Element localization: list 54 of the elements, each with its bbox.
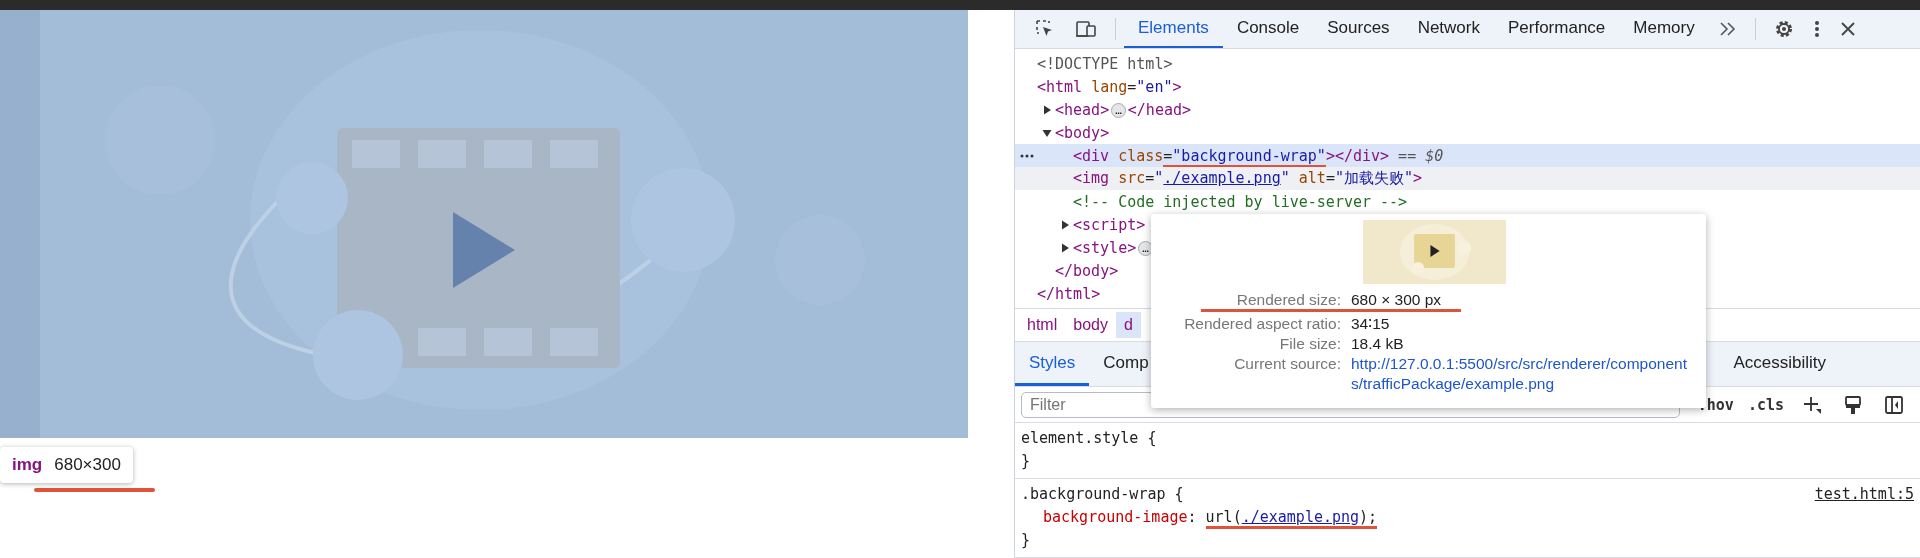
toolbar-toggle[interactable]: .cls	[1741, 395, 1790, 414]
css-declaration[interactable]: background-image: url(./example.png);	[1021, 506, 1378, 529]
info-label: Rendered size:	[1235, 290, 1341, 309]
panel-tab[interactable]: Memory	[1619, 10, 1709, 48]
source-link[interactable]: ./example.png	[1241, 508, 1360, 526]
dom-node-line[interactable]: <!DOCTYPE html>	[1037, 54, 1173, 73]
triangle-icon[interactable]	[1042, 104, 1052, 115]
tooltip-tag: img	[12, 455, 43, 475]
triangle-icon[interactable]	[1060, 219, 1070, 230]
info-value: 34∶15	[1351, 314, 1391, 334]
triangle-icon[interactable]	[1042, 127, 1052, 138]
dom-node-line[interactable]: <body>	[1055, 123, 1110, 142]
panel-tab[interactable]: Network	[1403, 10, 1494, 48]
dom-node-line[interactable]: </body>	[1055, 261, 1119, 280]
dom-node-line[interactable]: <script>	[1073, 215, 1146, 234]
source-link[interactable]: ./example.png	[1163, 169, 1281, 187]
breadcrumb[interactable]: body	[1065, 312, 1116, 338]
info-label: Rendered aspect ratio:	[1183, 314, 1341, 334]
tooltip-size: 680×300	[54, 455, 121, 475]
sidebar-icon[interactable]	[1884, 394, 1904, 415]
panel-tab[interactable]: Elements	[1124, 10, 1223, 48]
device-icon[interactable]	[1075, 19, 1097, 39]
dom-node-line[interactable]: <!-- Code injected by live-server -->	[1073, 192, 1408, 211]
info-value: 680 × 300 px	[1351, 290, 1443, 309]
css-brace: }	[1021, 530, 1032, 551]
settings-icon[interactable]	[1773, 19, 1794, 39]
info-label: File size:	[1278, 334, 1341, 354]
source-link[interactable]: test.html:5	[1814, 483, 1914, 506]
chevrons-icon[interactable]	[1718, 21, 1737, 37]
panel-tab[interactable]: Performance	[1494, 10, 1620, 48]
sidebar-tab[interactable]: Comp	[1089, 342, 1163, 386]
breadcrumb[interactable]: d	[1115, 312, 1141, 338]
info-label: Current source:	[1233, 354, 1341, 374]
close-icon[interactable]	[1839, 21, 1856, 37]
more-icon[interactable]	[1813, 19, 1820, 39]
dom-node-line[interactable]: <html lang="en">	[1037, 77, 1182, 96]
collapsed-badge[interactable]: …	[1111, 102, 1126, 118]
more-icon[interactable]	[1020, 154, 1034, 158]
breadcrumb[interactable]: html	[1019, 312, 1066, 338]
css-selector: element.style {	[1021, 428, 1157, 449]
paint-roller-icon[interactable]	[1844, 394, 1862, 415]
css-selector: .background-wrap {	[1021, 484, 1184, 505]
panel-tab[interactable]: Sources	[1313, 10, 1404, 48]
collapsed-badge[interactable]: …	[1138, 240, 1153, 256]
plus-icon[interactable]	[1802, 394, 1822, 415]
dom-node-line[interactable]: </html>	[1037, 284, 1101, 303]
sidebar-tab[interactable]: Accessibility	[1719, 342, 1840, 386]
source-link[interactable]: http://127.0.0.1:5500/src/src/renderer/components/trafficPackage/example.png	[1351, 354, 1694, 394]
sidebar-tab[interactable]: Styles	[1015, 342, 1090, 386]
css-brace: }	[1021, 451, 1032, 472]
dom-node-line[interactable]: <head> … </head>	[1055, 100, 1192, 119]
triangle-icon[interactable]	[1060, 242, 1070, 253]
info-value: 18.4 kB	[1351, 334, 1405, 354]
panel-tab[interactable]: Console	[1222, 10, 1314, 48]
